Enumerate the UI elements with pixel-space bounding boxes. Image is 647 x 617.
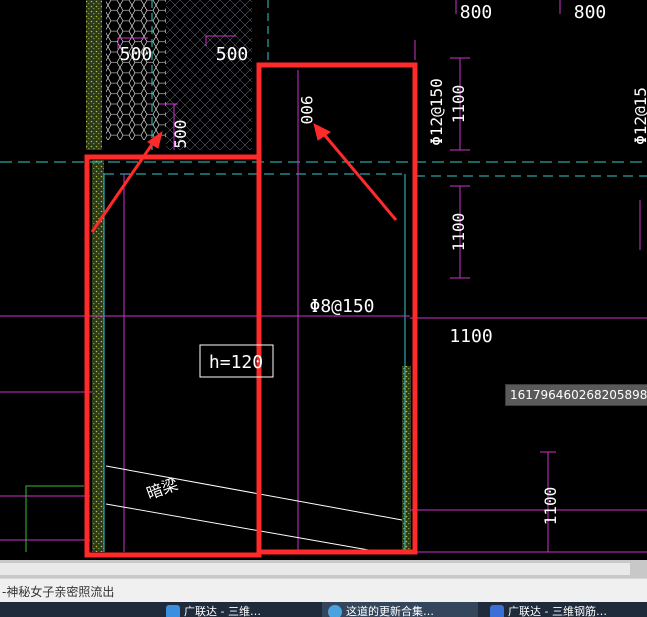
taskbar-item-1[interactable]: 广联达 - 三维… bbox=[160, 602, 316, 617]
dim-1100-bottom: 1100 bbox=[541, 487, 560, 526]
hex-hatch-region bbox=[106, 0, 166, 140]
status-bar: -神秘女子亲密照流出 bbox=[0, 578, 647, 603]
wall-hatch-right bbox=[402, 366, 411, 552]
white-lines bbox=[105, 465, 403, 553]
dim-800-right: 800 bbox=[574, 2, 607, 23]
taskbar-item-2[interactable]: 这道的更新合集… bbox=[322, 602, 478, 617]
cad-drawing-canvas[interactable]: 800 800 500 500 500 900 Φ12@150 1100 Φ12… bbox=[0, 0, 647, 560]
dim-900-vertical: 900 bbox=[297, 96, 316, 125]
rebar-top-partial-label: Φ12@15 bbox=[631, 87, 647, 145]
browser-icon bbox=[328, 605, 342, 617]
dim-1100-horizontal: 1100 bbox=[449, 326, 492, 347]
dim-500-vertical: 500 bbox=[171, 120, 190, 149]
app-icon bbox=[166, 605, 180, 617]
slab-thickness-label: h=120 bbox=[209, 352, 263, 373]
rebar-mid-label: Φ8@150 bbox=[309, 296, 374, 317]
taskbar: 广联达 - 三维… 这道的更新合集… 广联达 - 三维钢筋… bbox=[0, 602, 647, 617]
hidden-beam-label: 暗梁 bbox=[144, 474, 181, 503]
scrollbar-thumb[interactable] bbox=[0, 563, 630, 575]
app-icon bbox=[490, 605, 504, 617]
dim-500-left: 500 bbox=[120, 44, 153, 65]
dim-500-right: 500 bbox=[216, 44, 249, 65]
wall-hatch-top bbox=[86, 0, 102, 150]
dim-800-left: 800 bbox=[460, 2, 493, 23]
status-text[interactable]: -神秘女子亲密照流出 bbox=[2, 583, 114, 600]
tooltip: 1617964602682058984. bbox=[505, 384, 647, 406]
rebar-top-label: Φ12@150 bbox=[427, 78, 446, 145]
dim-1100-top: 1100 bbox=[449, 85, 468, 124]
taskbar-item-3[interactable]: 广联达 - 三维钢筋… bbox=[484, 602, 647, 617]
dim-1100-mid: 1100 bbox=[449, 213, 468, 252]
